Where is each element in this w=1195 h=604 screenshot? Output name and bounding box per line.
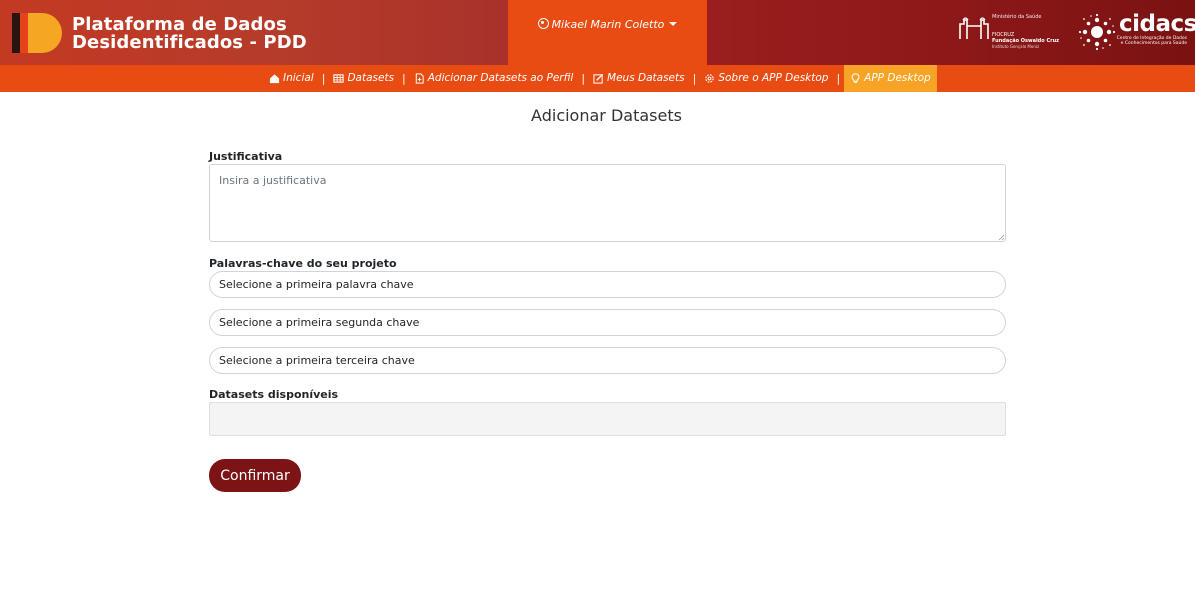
nav-label-inicial: Inicial — [283, 72, 314, 84]
nav-label-datasets: Datasets — [347, 72, 395, 84]
resize-grip-icon[interactable] — [997, 233, 1005, 241]
caret-down-icon — [669, 22, 678, 26]
nav-item-adicionar-datasets[interactable]: Adicionar Datasets ao Perfil — [414, 65, 574, 92]
pdd-logo-icon — [12, 13, 62, 53]
fiocruz-building-icon — [959, 17, 989, 39]
cidacs-logo: cidacs Centro de Integração de Dados e C… — [1077, 10, 1195, 54]
cidacs-subtitle: Centro de Integração de Dados e Conhecim… — [1115, 36, 1187, 46]
keyword-select-3[interactable]: Selecione a primeira terceira chave — [209, 347, 1006, 374]
page-title: Adicionar Datasets — [531, 106, 682, 125]
nav-label-app-desktop: APP Desktop — [864, 72, 931, 84]
partner-logos: Ministério da Saúde FIOCRUZ Fundação Osw… — [707, 0, 1195, 65]
cidacs-emblem-icon — [1078, 13, 1116, 51]
justificativa-textarea[interactable] — [209, 164, 1006, 242]
keyword-select-2-value: Selecione a primeira segunda chave — [219, 316, 420, 329]
nav-item-datasets[interactable]: Datasets — [333, 65, 394, 92]
main-nav: Inicial | Datasets | Adicionar Datasets … — [0, 65, 1195, 92]
home-icon — [269, 74, 280, 84]
confirm-button[interactable]: Confirmar — [209, 459, 301, 492]
keyword-select-2[interactable]: Selecione a primeira segunda chave — [209, 309, 1006, 336]
nav-separator: | — [836, 72, 841, 85]
edit-icon — [593, 73, 604, 84]
table-icon — [333, 74, 345, 83]
user-menu-dropdown[interactable]: Mikael Marin Coletto — [508, 18, 707, 31]
ministry-label: Ministério da Saúde — [992, 14, 1042, 20]
brand-title[interactable]: Plataforma de Dados Desidentificados - P… — [72, 16, 307, 52]
gear-icon — [705, 74, 715, 83]
user-circle-icon — [537, 18, 549, 29]
nav-separator: | — [402, 72, 406, 85]
brand-area: Plataforma de Dados Desidentificados - P… — [0, 0, 508, 65]
keyword-select-1-value: Selecione a primeira palavra chave — [219, 278, 414, 291]
top-header: Plataforma de Dados Desidentificados - P… — [0, 0, 1195, 65]
justificativa-label: Justificativa — [209, 150, 283, 163]
brand-title-line2: Desidentificados - PDD — [72, 32, 307, 53]
lightbulb-icon — [851, 73, 860, 84]
datasets-label: Datasets disponíveis — [209, 388, 339, 401]
fiocruz-logo: Ministério da Saúde FIOCRUZ Fundação Osw… — [959, 14, 1069, 54]
nav-separator: | — [692, 72, 697, 85]
nav-separator: | — [581, 72, 586, 85]
cidacs-subtitle-line2: e Conhecimentos para Saúde — [1120, 41, 1187, 46]
nav-item-sobre-app[interactable]: Sobre o APP Desktop — [704, 65, 828, 92]
instituto-label: Instituto Gonçalo Moniz — [992, 44, 1040, 49]
keyword-select-3-value: Selecione a primeira terceira chave — [219, 354, 415, 367]
keyword-select-1[interactable]: Selecione a primeira palavra chave — [209, 271, 1006, 298]
file-plus-icon — [415, 73, 424, 84]
nav-item-inicial[interactable]: Inicial — [269, 65, 314, 92]
nav-label-adicionar-datasets: Adicionar Datasets ao Perfil — [427, 72, 574, 84]
nav-label-sobre-app: Sobre o APP Desktop — [718, 72, 829, 84]
datasets-list[interactable] — [209, 402, 1006, 436]
nav-items: Inicial | Datasets | Adicionar Datasets … — [269, 65, 937, 92]
nav-item-meus-datasets[interactable]: Meus Datasets — [593, 65, 685, 92]
keywords-label: Palavras-chave do seu projeto — [209, 257, 397, 270]
user-area: Mikael Marin Coletto — [508, 0, 707, 65]
nav-item-app-desktop[interactable]: APP Desktop — [844, 65, 937, 92]
cidacs-wordmark: cidacs — [1119, 11, 1195, 37]
nav-separator: | — [321, 72, 326, 85]
user-name: Mikael Marin Coletto — [551, 18, 665, 31]
nav-label-meus-datasets: Meus Datasets — [607, 72, 685, 84]
